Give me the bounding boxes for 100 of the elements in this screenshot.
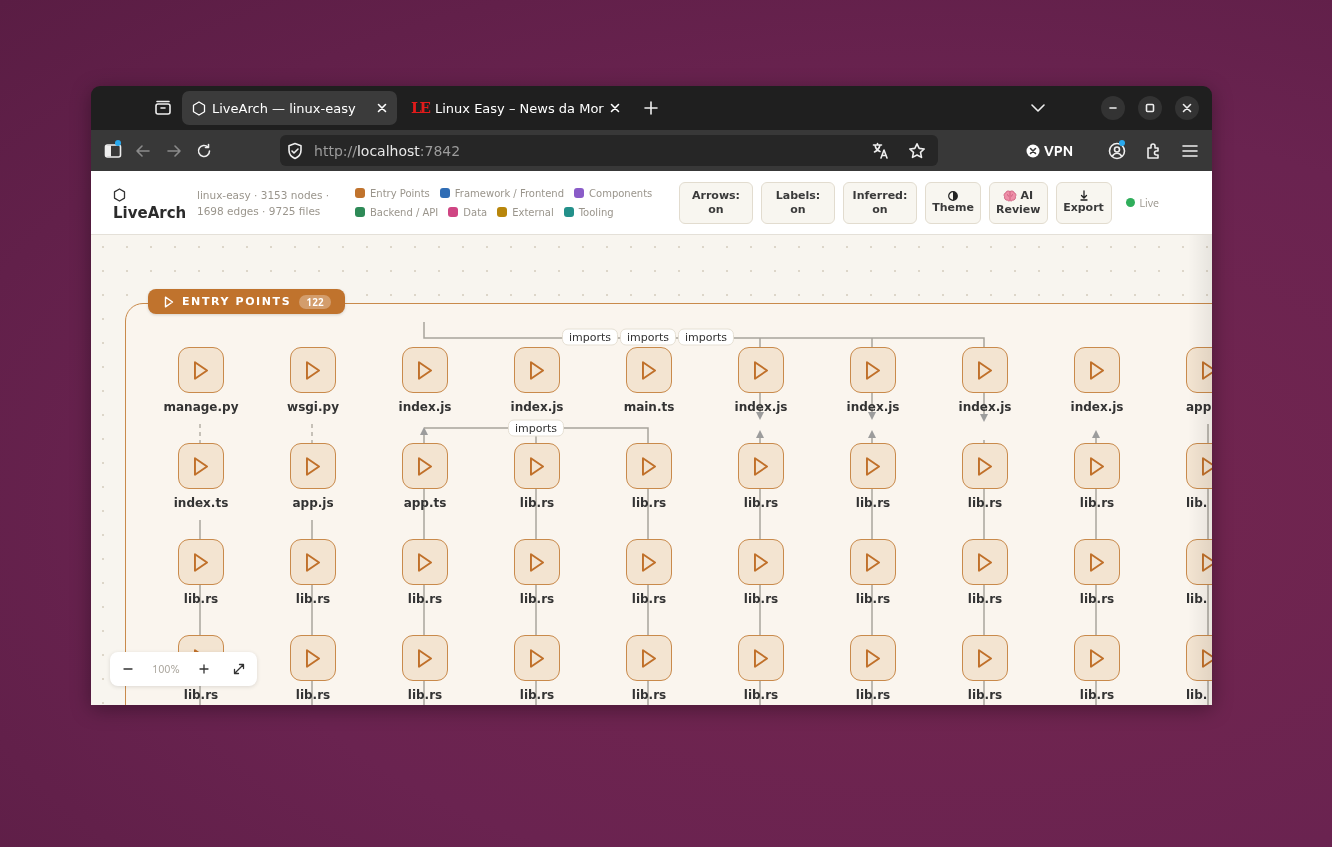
play-icon — [754, 360, 768, 380]
toolbar-button[interactable]: Export — [1055, 181, 1112, 224]
play-icon — [978, 552, 992, 572]
node-tile[interactable] — [738, 347, 784, 393]
minus-icon — [122, 668, 133, 670]
vpn-button[interactable]: VPN — [1020, 141, 1080, 160]
menu-icon — [1181, 143, 1198, 158]
minus-icon — [1109, 107, 1117, 109]
toolbar-button[interactable]: Labels: on — [761, 181, 835, 224]
node-label: app — [1186, 400, 1212, 414]
node-tile[interactable] — [850, 635, 896, 681]
node-tile[interactable] — [514, 443, 560, 489]
node-tile[interactable] — [402, 347, 448, 393]
node-tile[interactable] — [178, 539, 224, 585]
node-label: lib.rs — [519, 592, 555, 606]
toolbar-button[interactable]: Arrows: on — [679, 181, 753, 224]
translate-icon — [872, 141, 891, 160]
play-icon — [164, 295, 174, 308]
browser-tab[interactable]: LiveArch — linux-easy — [182, 91, 397, 125]
node-tile[interactable] — [1074, 539, 1120, 585]
node-tile[interactable] — [626, 539, 672, 585]
legend-label: Entry Points — [370, 187, 430, 199]
node-tile[interactable] — [1074, 635, 1120, 681]
contrast-icon — [948, 190, 958, 201]
play-icon — [1202, 360, 1212, 380]
node-label: index.js — [398, 400, 452, 414]
maximize-button[interactable] — [1138, 96, 1162, 120]
close-icon — [1181, 102, 1193, 114]
play-icon — [418, 552, 432, 572]
play-icon — [1202, 552, 1212, 572]
minimize-button[interactable] — [1101, 96, 1125, 120]
edge-label: imports — [677, 328, 735, 346]
legend-label: Framework / Frontend — [454, 187, 565, 199]
close-window-button[interactable] — [1175, 96, 1199, 120]
forward-arrow-icon — [165, 142, 182, 159]
node-tile[interactable] — [626, 347, 672, 393]
play-icon — [306, 456, 320, 476]
play-icon — [530, 648, 544, 668]
node-label: index.js — [1070, 400, 1124, 414]
node-tile[interactable] — [850, 539, 896, 585]
node-label: lib.rs — [631, 496, 667, 510]
shield-icon — [286, 141, 305, 160]
play-icon — [306, 552, 320, 572]
chevron-down-icon — [1031, 104, 1045, 112]
node-label: lib. — [1186, 592, 1208, 606]
node-label: lib.rs — [1079, 496, 1115, 510]
node-label: lib. — [1186, 496, 1208, 510]
legend-label: Components — [589, 187, 653, 199]
node-tile[interactable] — [1074, 443, 1120, 489]
node-tile[interactable] — [626, 635, 672, 681]
node-tile[interactable] — [290, 635, 336, 681]
node-tile[interactable] — [738, 635, 784, 681]
play-icon — [866, 456, 880, 476]
group-header[interactable]: ENTRY POINTS 122 — [148, 289, 345, 314]
play-icon — [978, 456, 992, 476]
node-tile[interactable] — [962, 347, 1008, 393]
node-tile[interactable] — [514, 347, 560, 393]
node-tile[interactable] — [402, 539, 448, 585]
legend-label: Data — [463, 206, 488, 218]
legend-label: Tooling — [578, 206, 614, 218]
node-tile[interactable] — [738, 539, 784, 585]
node-tile[interactable] — [178, 443, 224, 489]
node-label: lib.rs — [519, 496, 555, 510]
expand-icon — [233, 663, 246, 675]
node-tile[interactable] — [738, 443, 784, 489]
close-circle-icon — [1026, 143, 1041, 158]
node-label: lib.rs — [967, 496, 1003, 510]
node-tile[interactable] — [402, 635, 448, 681]
play-icon — [530, 552, 544, 572]
node-tile[interactable] — [962, 443, 1008, 489]
address-bar[interactable]: http://localhost:7842 — [280, 135, 939, 166]
node-tile[interactable] — [402, 443, 448, 489]
edge-label: imports — [619, 328, 677, 346]
node-tile[interactable] — [962, 635, 1008, 681]
node-tile[interactable] — [850, 443, 896, 489]
square-icon — [1144, 102, 1156, 114]
node-tile[interactable] — [962, 539, 1008, 585]
node-tile[interactable] — [1074, 347, 1120, 393]
node-label: lib.rs — [631, 688, 667, 702]
download-icon — [1079, 190, 1088, 201]
toolbar-button[interactable]: Inferred: on — [843, 181, 917, 224]
play-icon — [1090, 648, 1104, 668]
node-tile[interactable] — [626, 443, 672, 489]
node-tile[interactable] — [290, 443, 336, 489]
hexagon-icon — [192, 100, 206, 116]
node-label: lib.rs — [183, 592, 219, 606]
node-tile[interactable] — [290, 347, 336, 393]
node-tile[interactable] — [178, 347, 224, 393]
node-tile[interactable] — [514, 635, 560, 681]
node-tile[interactable] — [290, 539, 336, 585]
site-logo: LE — [411, 99, 429, 117]
node-tile[interactable] — [514, 539, 560, 585]
node-label: lib.rs — [407, 688, 443, 702]
play-icon — [530, 456, 544, 476]
toolbar-button[interactable]: AI Review — [989, 181, 1048, 224]
browser-tab[interactable]: LE Linux Easy – News da Mor — [401, 91, 630, 125]
brain-icon — [1003, 189, 1018, 202]
toolbar-button[interactable]: Theme — [925, 181, 981, 224]
plus-icon — [643, 101, 658, 115]
node-tile[interactable] — [850, 347, 896, 393]
